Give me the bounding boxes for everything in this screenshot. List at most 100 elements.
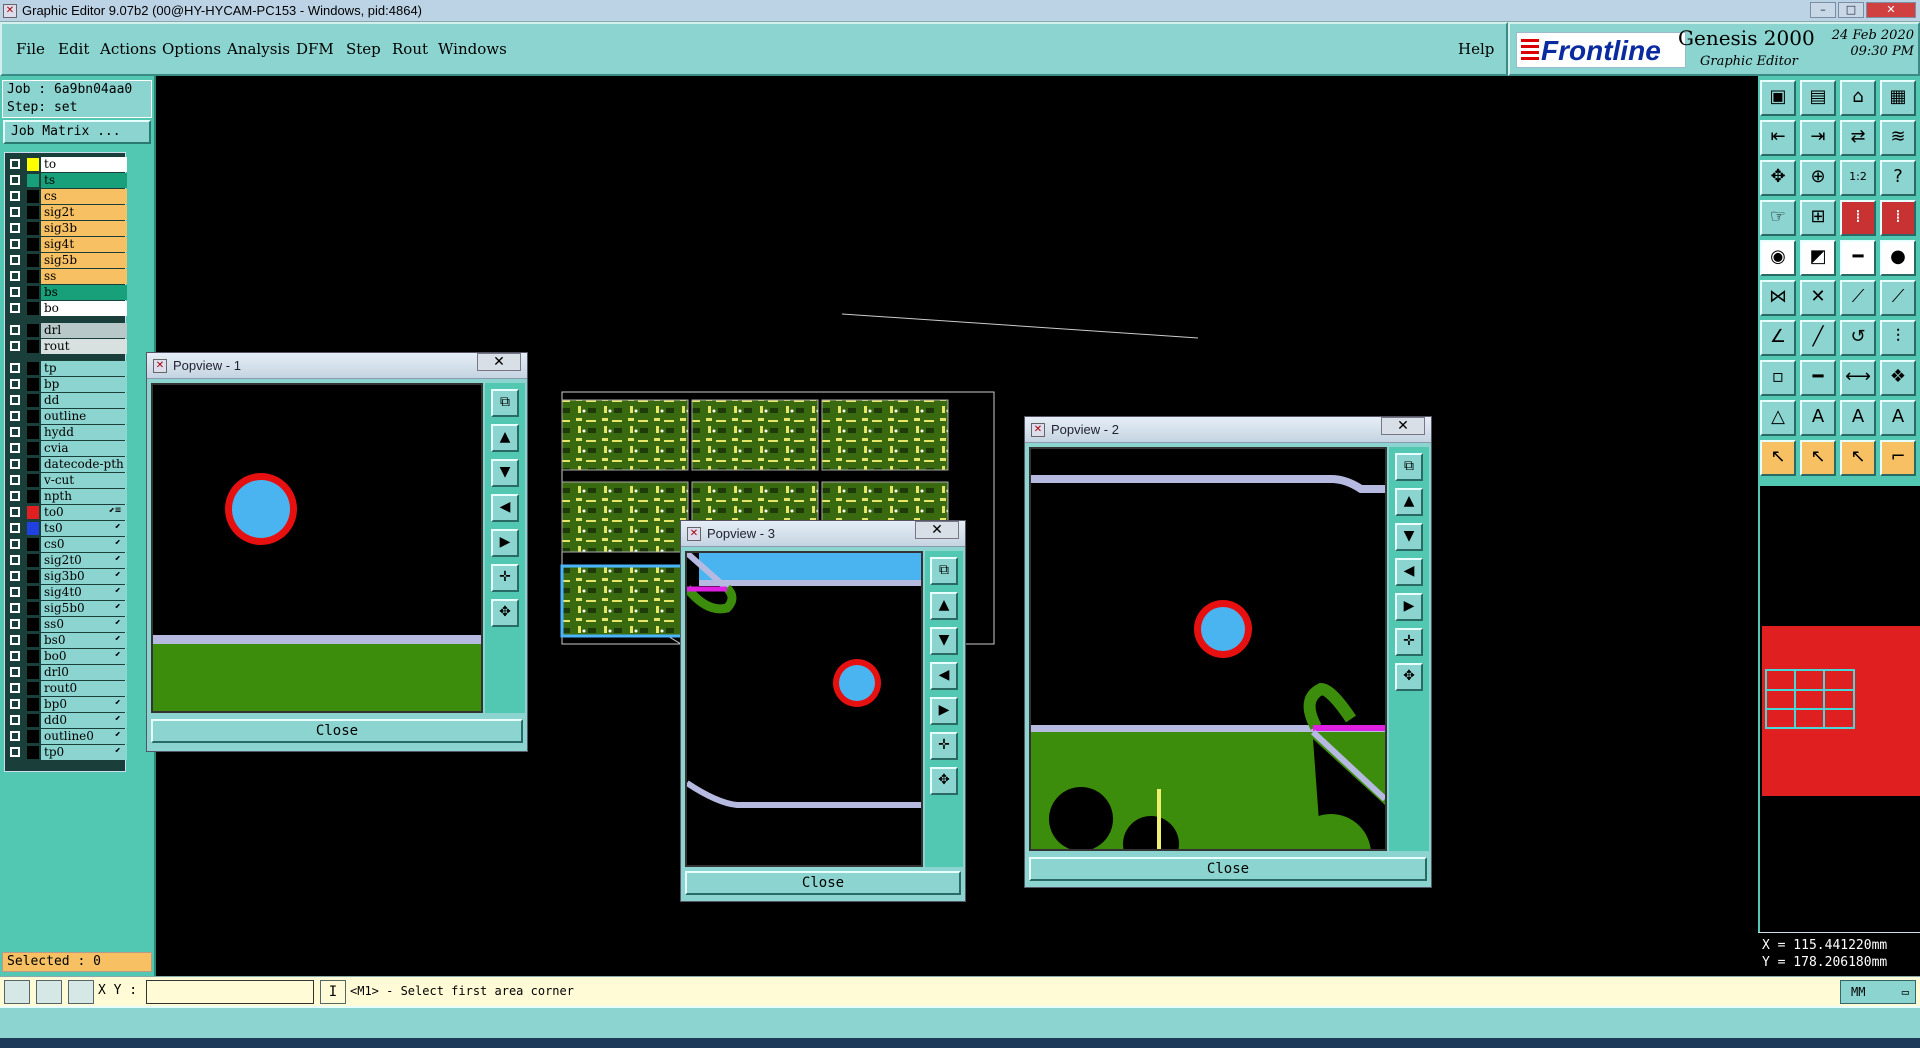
layer-color-swatch[interactable] bbox=[27, 286, 39, 299]
popview-3-fit-icon[interactable]: ⧉ bbox=[930, 557, 958, 585]
layer-checkbox[interactable] bbox=[10, 341, 20, 351]
layer-checkbox[interactable] bbox=[10, 475, 20, 485]
layer-row-rout[interactable]: rout bbox=[7, 339, 127, 354]
layer-name[interactable]: cvia bbox=[41, 441, 127, 456]
layer-row-tp[interactable]: tp bbox=[7, 361, 127, 376]
layer-checkbox[interactable] bbox=[10, 287, 20, 297]
layer-row-sig2t[interactable]: sig2t bbox=[7, 205, 127, 220]
select-icon[interactable]: ↖ bbox=[1800, 440, 1836, 476]
popview-3-pan-right-icon[interactable]: ▶ bbox=[930, 697, 958, 725]
layer-color-swatch[interactable] bbox=[27, 394, 39, 407]
pointer-icon[interactable]: ↖ bbox=[1760, 440, 1796, 476]
layer-color-swatch[interactable] bbox=[27, 362, 39, 375]
layer-checkbox[interactable] bbox=[10, 539, 20, 549]
layer-name[interactable]: cs bbox=[41, 189, 127, 204]
layer-checkbox[interactable] bbox=[10, 427, 20, 437]
layer-checkbox[interactable] bbox=[10, 699, 20, 709]
layer-checkbox[interactable] bbox=[10, 207, 20, 217]
layer-row-sig5b[interactable]: sig5b bbox=[7, 253, 127, 268]
popview-1-close-button[interactable]: Close bbox=[151, 719, 523, 743]
popview-1-fit-icon[interactable]: ⧉ bbox=[491, 389, 519, 417]
layer-checkbox[interactable] bbox=[10, 523, 20, 533]
align-icon[interactable]: ⫶ bbox=[1880, 320, 1916, 356]
layer-checkbox[interactable] bbox=[10, 715, 20, 725]
layer-color-swatch[interactable] bbox=[27, 426, 39, 439]
layer-checkbox[interactable] bbox=[10, 459, 20, 469]
layer-name[interactable]: bo bbox=[41, 301, 127, 316]
layer-row-datecode-pth[interactable]: datecode-pth bbox=[7, 457, 127, 472]
popview-2-fit-icon[interactable]: ⧉ bbox=[1395, 453, 1423, 481]
layer-color-swatch[interactable] bbox=[27, 746, 39, 759]
layer-color-swatch[interactable] bbox=[27, 554, 39, 567]
grid-icon[interactable]: ⊞ bbox=[1800, 200, 1836, 236]
popview-3-close-icon[interactable]: ✕ bbox=[915, 521, 959, 539]
layer-checkbox[interactable] bbox=[10, 363, 20, 373]
layer-name[interactable]: npth bbox=[41, 489, 127, 504]
layer-name[interactable]: datecode-pth bbox=[41, 457, 127, 472]
ruler-icon[interactable]: ━ bbox=[1840, 240, 1876, 276]
layer-color-swatch[interactable] bbox=[27, 324, 39, 337]
layer-checkbox[interactable] bbox=[10, 555, 20, 565]
popview-1-pan-up-icon[interactable]: ▲ bbox=[491, 424, 519, 452]
layer-name[interactable]: sig5b bbox=[41, 253, 127, 268]
layer-color-swatch[interactable] bbox=[27, 490, 39, 503]
menu-analysis[interactable]: Analysis bbox=[227, 40, 290, 58]
job-matrix-button[interactable]: Job Matrix ... bbox=[3, 120, 151, 144]
layer-name[interactable]: ts bbox=[41, 173, 127, 188]
layer-color-swatch[interactable] bbox=[27, 714, 39, 727]
layer-checkbox[interactable] bbox=[10, 191, 20, 201]
popview-3-pan-left-icon[interactable]: ◀ bbox=[930, 662, 958, 690]
pick-icon[interactable]: ↖ bbox=[1840, 440, 1876, 476]
layer-checkbox[interactable] bbox=[10, 587, 20, 597]
layer-row-sig4t[interactable]: sig4t bbox=[7, 237, 127, 252]
layer-color-swatch[interactable] bbox=[27, 618, 39, 631]
save-icon[interactable]: ▣ bbox=[1760, 80, 1796, 116]
line-icon[interactable]: ⟋ bbox=[1840, 280, 1876, 316]
layer-checkbox[interactable] bbox=[10, 651, 20, 661]
layer-row-cs0[interactable]: cs0 ⬋ bbox=[7, 537, 127, 552]
pad-icon[interactable]: ◉ bbox=[1760, 240, 1796, 276]
feature-icon[interactable]: ▫ bbox=[1760, 360, 1796, 396]
hand-icon[interactable]: ☞ bbox=[1760, 200, 1796, 236]
layer-color-swatch[interactable] bbox=[27, 410, 39, 423]
popview-3-zoom-in-icon[interactable]: ✛ bbox=[930, 732, 958, 760]
line2-icon[interactable]: ⟋ bbox=[1880, 280, 1916, 316]
layer-row-ts0[interactable]: ts0 ⬋ bbox=[7, 521, 127, 536]
layer-color-swatch[interactable] bbox=[27, 158, 39, 171]
layer-row-sig5b0[interactable]: sig5b0 ⬋ bbox=[7, 601, 127, 616]
layer-color-swatch[interactable] bbox=[27, 458, 39, 471]
xy-input[interactable] bbox=[146, 980, 314, 1004]
layer-checkbox[interactable] bbox=[10, 507, 20, 517]
popview-2-zoom-in-icon[interactable]: ✛ bbox=[1395, 628, 1423, 656]
popview-3-pan-up-icon[interactable]: ▲ bbox=[930, 592, 958, 620]
step-in-icon[interactable]: ⇤ bbox=[1760, 120, 1796, 156]
layer-color-swatch[interactable] bbox=[27, 650, 39, 663]
maximize-button[interactable]: □ bbox=[1838, 2, 1864, 18]
layer-color-swatch[interactable] bbox=[27, 522, 39, 535]
draw-color-icon[interactable]: ◩ bbox=[1800, 240, 1836, 276]
popview-1-view[interactable] bbox=[151, 383, 483, 713]
layer-checkbox[interactable] bbox=[10, 175, 20, 185]
layer-row-ts[interactable]: ts bbox=[7, 173, 127, 188]
layers-off-icon[interactable]: ⁞ bbox=[1880, 200, 1916, 236]
measure-icon[interactable]: ⟷ bbox=[1840, 360, 1876, 396]
cross-icon[interactable]: ✕ bbox=[1800, 280, 1836, 316]
scale-icon[interactable]: 1:2 bbox=[1840, 160, 1876, 196]
overview-minimap[interactable] bbox=[1758, 486, 1920, 932]
route-icon[interactable]: ⌐ bbox=[1880, 440, 1916, 476]
units-selector[interactable]: MM ▭ bbox=[1840, 980, 1916, 1004]
popview-1-close-icon[interactable]: ✕ bbox=[477, 353, 521, 371]
layer-name[interactable]: sig4t bbox=[41, 237, 127, 252]
layer-color-swatch[interactable] bbox=[27, 698, 39, 711]
layer-color-swatch[interactable] bbox=[27, 302, 39, 315]
popview-3-close-button[interactable]: Close bbox=[685, 871, 961, 895]
text-a2-icon[interactable]: A bbox=[1840, 400, 1876, 436]
menu-rout[interactable]: Rout bbox=[392, 40, 428, 58]
popview-3-pan-down-icon[interactable]: ▼ bbox=[930, 627, 958, 655]
layer-color-swatch[interactable] bbox=[27, 442, 39, 455]
popview-2-pan-down-icon[interactable]: ▼ bbox=[1395, 523, 1423, 551]
layer-name[interactable]: outline bbox=[41, 409, 127, 424]
layer-row-v-cut[interactable]: v-cut bbox=[7, 473, 127, 488]
layer-checkbox[interactable] bbox=[10, 325, 20, 335]
layer-name[interactable]: sig3b bbox=[41, 221, 127, 236]
